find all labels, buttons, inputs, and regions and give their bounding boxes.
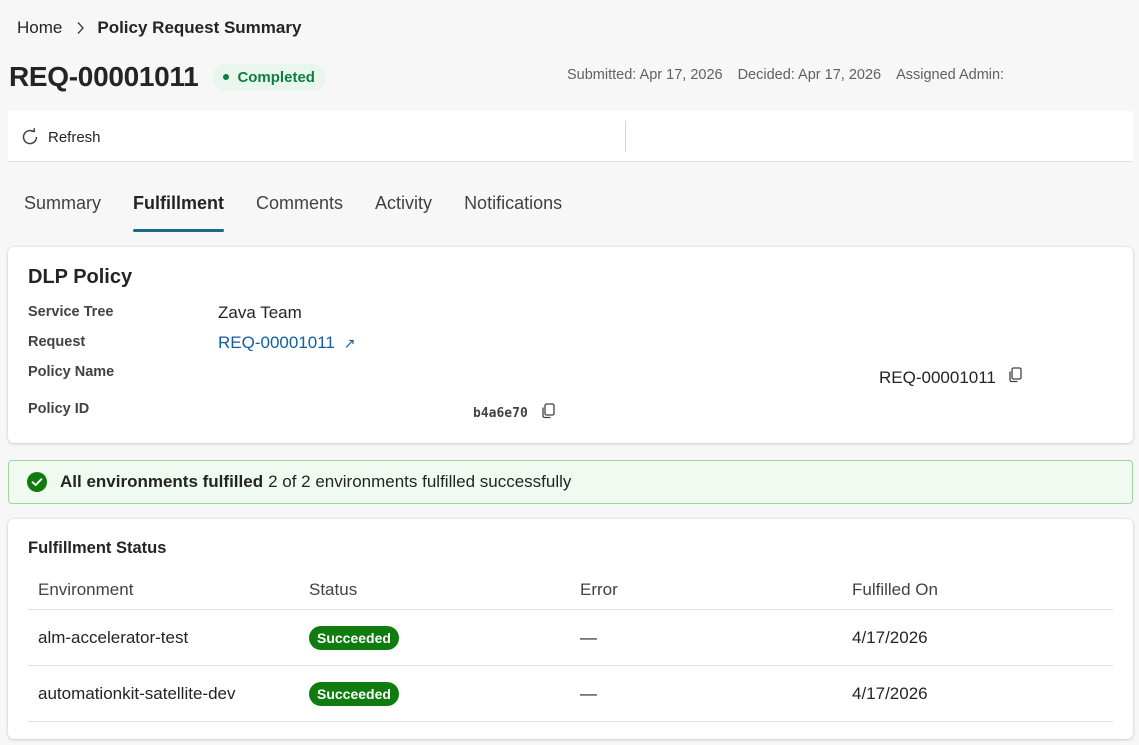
environment-cell: alm-accelerator-test — [38, 628, 189, 647]
service-tree-label: Service Tree — [28, 304, 114, 320]
breadcrumb: Home Policy Request Summary — [17, 17, 301, 39]
policy-id-value: b4a6e70 — [473, 406, 528, 421]
check-circle-icon — [27, 472, 47, 492]
tab-summary[interactable]: Summary — [24, 193, 101, 233]
policy-details-card: DLP Policy Service Tree Zava Team Reques… — [8, 247, 1133, 443]
copy-icon[interactable] — [541, 403, 555, 424]
request-link-text: REQ-00001011 — [218, 333, 335, 352]
page-title: REQ-00001011 — [9, 61, 199, 92]
refresh-button-label: Refresh — [48, 128, 101, 146]
request-meta: Submitted: Apr 17, 2026 Decided: Apr 17,… — [567, 67, 1004, 83]
error-cell: — — [580, 684, 597, 703]
policy-name-label: Policy Name — [28, 364, 115, 380]
chevron-right-icon — [76, 21, 85, 35]
external-link-icon: ↗ — [343, 335, 356, 351]
banner-message: 2 of 2 environments fulfilled successful… — [268, 472, 572, 491]
tab-notifications[interactable]: Notifications — [464, 193, 562, 233]
status-dot-icon — [223, 74, 230, 80]
policy-name-field: REQ-00001011 — [879, 367, 1022, 388]
environment-cell: automationkit-satellite-dev — [38, 684, 236, 703]
row-divider — [28, 721, 1113, 722]
status-badge: Completed — [212, 63, 326, 91]
page-header: REQ-00001011 Completed — [9, 58, 326, 96]
request-link[interactable]: REQ-00001011 ↗ — [218, 333, 355, 353]
tab-fulfillment[interactable]: Fulfillment — [133, 193, 225, 233]
decided-date: Decided: Apr 17, 2026 — [737, 67, 882, 83]
request-label: Request — [28, 334, 86, 350]
status-badge: Succeeded — [309, 682, 399, 706]
tab-activity[interactable]: Activity — [375, 193, 432, 233]
copy-icon[interactable] — [1008, 367, 1022, 388]
policy-id-label: Policy ID — [28, 401, 90, 417]
fulfillment-status-title: Fulfillment Status — [28, 539, 167, 557]
column-header-error[interactable]: Error — [580, 580, 618, 600]
status-badge-label: Completed — [237, 68, 315, 86]
toolbar-divider — [625, 121, 626, 152]
fulfilled-on-cell: 4/17/2026 — [852, 684, 928, 703]
column-header-fulfilled-on[interactable]: Fulfilled On — [852, 580, 938, 600]
table-header-divider — [28, 609, 1113, 610]
success-banner: All environments fulfilled 2 of 2 enviro… — [8, 460, 1133, 504]
row-divider — [28, 665, 1113, 666]
column-header-environment[interactable]: Environment — [38, 580, 133, 600]
breadcrumb-home-link[interactable]: Home — [17, 18, 62, 38]
column-header-status[interactable]: Status — [309, 580, 357, 600]
service-tree-value: Zava Team — [218, 303, 302, 322]
policy-card-title: DLP Policy — [28, 266, 133, 288]
policy-name-value: REQ-00001011 — [879, 367, 996, 387]
banner-title: All environments fulfilled — [60, 472, 264, 491]
command-toolbar: Refresh — [8, 111, 1133, 162]
refresh-button[interactable]: Refresh — [20, 125, 101, 149]
assigned-admin: Assigned Admin: — [896, 67, 1005, 83]
policy-id-field: b4a6e70 — [473, 403, 555, 424]
submitted-date: Submitted: Apr 17, 2026 — [567, 67, 723, 83]
refresh-icon — [20, 127, 48, 147]
tab-list: Summary Fulfillment Comments Activity No… — [24, 193, 594, 233]
tab-comments[interactable]: Comments — [256, 193, 343, 233]
breadcrumb-current: Policy Request Summary — [97, 18, 302, 37]
status-badge: Succeeded — [309, 626, 399, 650]
error-cell: — — [580, 628, 597, 647]
fulfilled-on-cell: 4/17/2026 — [852, 628, 928, 647]
